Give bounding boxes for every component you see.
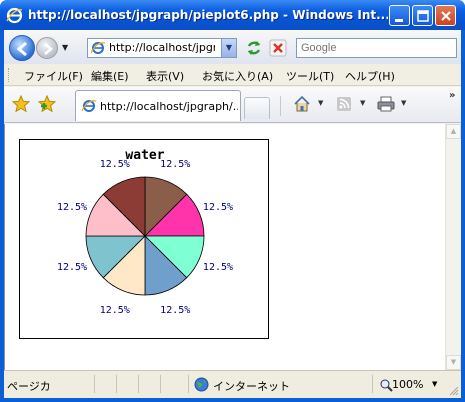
slice-label: 12.5% xyxy=(160,159,190,170)
status-divider xyxy=(188,375,189,393)
chart-title: water xyxy=(125,148,164,163)
toolbar-overflow-icon[interactable]: » xyxy=(449,90,455,101)
close-icon xyxy=(441,11,451,21)
browser-client-area: ▼ http://localhost/jpgr ▼ Google ファイル(F)… xyxy=(4,30,461,398)
window-title: http://localhost/jpgraph/pieplot6.php - … xyxy=(28,8,388,22)
back-button[interactable] xyxy=(9,35,35,61)
status-divider xyxy=(116,375,117,393)
slice-label: 12.5% xyxy=(57,262,87,273)
status-divider xyxy=(372,375,373,393)
menu-help[interactable]: ヘルプ(H) xyxy=(345,68,395,84)
back-arrow-icon xyxy=(16,41,27,57)
feeds-icon[interactable] xyxy=(336,96,352,112)
status-bar: ページカ インターネット 100% ▼ xyxy=(4,370,461,398)
status-divider xyxy=(94,375,95,393)
internet-globe-icon xyxy=(194,377,209,392)
tab-label: http://localhost/jpgraph/... xyxy=(100,100,238,113)
zoom-level[interactable]: 100% xyxy=(392,378,423,391)
slice-label: 12.5% xyxy=(203,202,233,213)
ie-page-icon xyxy=(82,100,96,112)
slice-label: 12.5% xyxy=(100,159,130,170)
scroll-up-button[interactable]: ▲ xyxy=(446,124,461,139)
close-button[interactable] xyxy=(435,5,456,26)
refresh-icon[interactable] xyxy=(244,38,264,58)
print-dropdown-icon[interactable]: ▼ xyxy=(401,99,406,107)
resize-grip-icon[interactable] xyxy=(449,386,459,396)
search-input[interactable] xyxy=(296,38,457,58)
tab-active[interactable]: http://localhost/jpgraph/... xyxy=(75,90,241,121)
slice-label: 12.5% xyxy=(57,202,87,213)
slice-label: 12.5% xyxy=(160,305,190,316)
history-dropdown-icon[interactable]: ▼ xyxy=(62,43,68,52)
forward-button[interactable] xyxy=(36,37,58,59)
ie-page-icon xyxy=(91,42,105,54)
menu-grip[interactable] xyxy=(8,68,11,82)
menu-file[interactable]: ファイル(F) xyxy=(24,68,83,84)
scroll-down-button[interactable]: ▼ xyxy=(446,355,461,370)
pie-chart: water12.5%12.5%12.5%12.5%12.5%12.5%12.5%… xyxy=(57,148,233,316)
new-tab-button[interactable] xyxy=(244,97,270,119)
url-field[interactable]: http://localhost/jpgr ▼ xyxy=(87,38,237,58)
menu-edit[interactable]: 編集(E) xyxy=(91,68,129,84)
status-divider xyxy=(160,375,161,393)
add-favorite-icon[interactable] xyxy=(38,95,56,113)
minimize-button[interactable] xyxy=(389,5,410,26)
favorites-star-icon[interactable] xyxy=(12,95,30,113)
status-divider xyxy=(138,375,139,393)
url-text[interactable]: http://localhost/jpgr xyxy=(109,41,215,54)
tab-bar: http://localhost/jpgraph/... ▼ ▼ ▼ » xyxy=(4,87,461,123)
zoom-icon[interactable] xyxy=(379,378,393,392)
menu-favorites[interactable]: お気に入り(A) xyxy=(202,68,273,84)
title-bar[interactable]: http://localhost/jpgraph/pieplot6.php - … xyxy=(0,0,465,30)
ie-logo-icon xyxy=(6,7,23,24)
browser-window: http://localhost/jpgraph/pieplot6.php - … xyxy=(0,0,465,402)
url-dropdown-icon[interactable]: ▼ xyxy=(221,39,236,57)
print-icon[interactable] xyxy=(377,96,395,112)
page-content: water 12.5% 12.5% 12.5% 12.5% 12.5% 12.5% 12.5%… xyxy=(4,124,445,370)
maximize-button[interactable] xyxy=(412,5,433,26)
forward-arrow-icon xyxy=(44,43,53,55)
menu-bar: ファイル(F) 編集(E) 表示(V) お気に入り(A) ツール(T) ヘルプ(… xyxy=(4,64,461,86)
chart-image: water 12.5% 12.5% 12.5% 12.5% 12.5% 12.5% 12.5%… xyxy=(19,139,269,339)
slice-label: 12.5% xyxy=(100,305,130,316)
zoom-dropdown-icon[interactable]: ▼ xyxy=(432,380,437,388)
address-toolbar: ▼ http://localhost/jpgr ▼ xyxy=(4,30,461,64)
slice-label: 12.5% xyxy=(203,262,233,273)
menu-tools[interactable]: ツール(T) xyxy=(286,68,334,84)
stop-icon[interactable] xyxy=(268,38,288,58)
home-icon[interactable] xyxy=(293,95,311,113)
minimize-icon xyxy=(395,19,403,22)
maximize-icon xyxy=(417,10,429,22)
status-text: ページカ xyxy=(7,380,51,393)
toolbar-separator xyxy=(280,96,281,116)
vertical-scrollbar[interactable]: ▲ ▼ xyxy=(445,124,461,370)
feeds-dropdown-icon[interactable]: ▼ xyxy=(360,99,365,107)
menu-view[interactable]: 表示(V) xyxy=(146,68,184,84)
security-zone-text: インターネット xyxy=(213,380,290,393)
home-dropdown-icon[interactable]: ▼ xyxy=(318,99,323,107)
